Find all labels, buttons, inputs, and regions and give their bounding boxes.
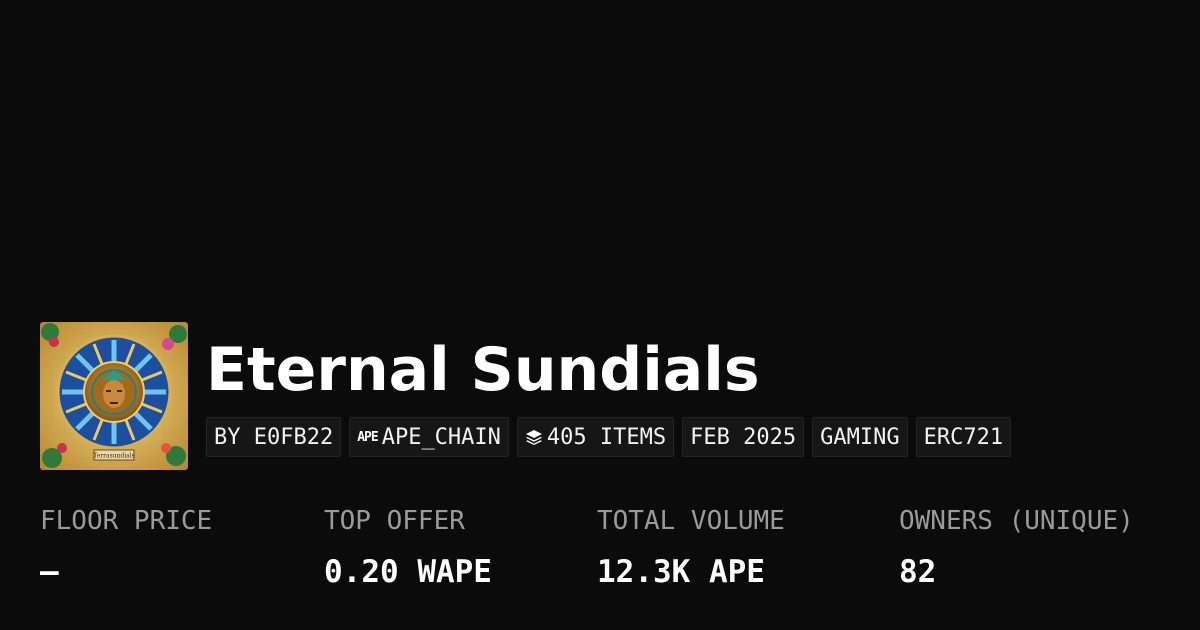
standard-tag: ERC721 xyxy=(915,417,1012,457)
date-label: FEB 2025 xyxy=(690,424,797,450)
total-volume-label: TOTAL VOLUME xyxy=(597,506,785,536)
standard-label: ERC721 xyxy=(923,424,1004,450)
top-offer-label: TOP OFFER xyxy=(324,506,465,536)
artwork-caption: Terrasundials xyxy=(93,453,135,460)
chain-tag[interactable]: APE APE_CHAIN xyxy=(349,417,509,457)
creator-tag[interactable]: BY E0FB22 xyxy=(206,417,342,457)
collection-thumbnail[interactable]: Terrasundials xyxy=(40,322,188,470)
date-tag: FEB 2025 xyxy=(682,417,805,457)
total-volume-value: 12.3K APE xyxy=(597,554,765,590)
chain-label: APE_CHAIN xyxy=(381,424,501,450)
category-label: GAMING xyxy=(820,424,900,450)
layers-icon xyxy=(525,428,543,446)
floor-price-value: – xyxy=(40,554,59,590)
owners-label: OWNERS (UNIQUE) xyxy=(899,506,1134,536)
stats-row: FLOOR PRICE – TOP OFFER 0.20 WAPE TOTAL … xyxy=(0,505,1200,595)
items-tag[interactable]: 405 ITEMS xyxy=(516,417,675,457)
owners-stat: OWNERS (UNIQUE) 82 xyxy=(899,505,1134,589)
floor-price-label: FLOOR PRICE xyxy=(40,506,213,536)
floor-price-stat: FLOOR PRICE – xyxy=(40,505,212,589)
ape-chain-icon: APE xyxy=(357,429,379,445)
creator-label: BY E0FB22 xyxy=(214,424,334,450)
owners-value: 82 xyxy=(899,554,937,590)
tag-row: BY E0FB22 APE APE_CHAIN 405 ITEMS FEB 20… xyxy=(206,417,1012,457)
top-offer-stat: TOP OFFER 0.20 WAPE xyxy=(324,505,492,589)
collection-header: Terrasundials Eternal Sundials BY E0FB22… xyxy=(40,322,1012,470)
top-offer-value: 0.20 WAPE xyxy=(324,554,492,590)
category-tag[interactable]: GAMING xyxy=(812,417,908,457)
collection-title: Eternal Sundials xyxy=(206,335,760,405)
sundial-artwork: Terrasundials xyxy=(40,322,188,470)
items-label: 405 ITEMS xyxy=(546,424,667,450)
total-volume-stat: TOTAL VOLUME 12.3K APE xyxy=(597,505,785,589)
